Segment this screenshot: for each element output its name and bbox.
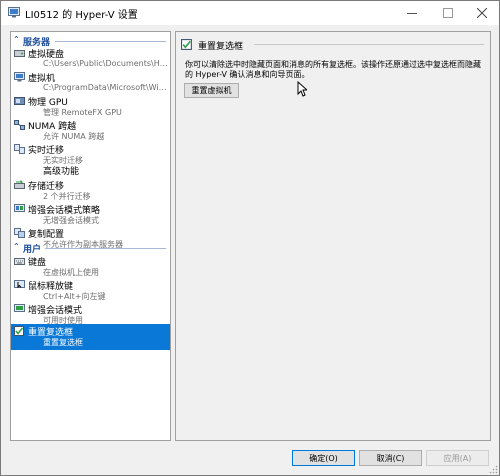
- nav-item-storage-migrations[interactable]: 存储迁移 2 个并行迁移: [11, 178, 170, 204]
- storage-migration-icon: [14, 180, 25, 189]
- nav-item-value: 2 个并行迁移: [43, 192, 91, 201]
- window-title: LI0512 的 Hyper-V 设置: [25, 10, 138, 21]
- nav-item-enhanced-session-policy[interactable]: 增强会话模式策略 无增强会话模式: [11, 202, 170, 228]
- settings-navigation-pane: ⌃ 服务器 虚拟硬盘 C:\Users\Public\Documents\Hyp…: [10, 31, 171, 441]
- cancel-button[interactable]: 取消(C): [359, 450, 422, 466]
- virtual-machine-icon: [14, 72, 25, 82]
- details-title: 重置复选框: [198, 42, 244, 52]
- nav-item-value: C:\Users\Public\Documents\Hyper-...: [43, 59, 168, 68]
- replication-icon: [14, 228, 25, 238]
- section-divider: [45, 248, 166, 249]
- nav-item-advanced-features[interactable]: 高级功能: [11, 163, 170, 177]
- settings-window: LI0512 的 Hyper-V 设置 ⌃ 服务器 虚拟硬盘 C:\Users\…: [0, 0, 500, 476]
- hyperv-settings-icon: [8, 7, 20, 18]
- nav-item-value: Ctrl+Alt+向左键: [43, 292, 106, 301]
- nav-item-label: 高级功能: [43, 167, 80, 177]
- nav-item-value: 无增强会话模式: [43, 216, 99, 225]
- collapse-arrow-icon: ⌃: [13, 35, 20, 44]
- mouse-cursor-icon: [297, 81, 307, 97]
- nav-item-virtual-machines[interactable]: 虚拟机 C:\ProgramData\Microsoft\Windo...: [11, 70, 170, 96]
- ok-button[interactable]: 确定(O): [292, 450, 355, 466]
- nav-item-value: 允许 NUMA 跨越: [43, 132, 105, 141]
- mouse-release-icon: [14, 280, 25, 289]
- details-divider: [254, 44, 484, 45]
- apply-button[interactable]: 应用(A): [426, 450, 489, 466]
- section-header-user[interactable]: ⌃ 用户: [11, 242, 170, 255]
- minimize-icon: [407, 13, 417, 14]
- section-divider: [55, 41, 166, 42]
- enhanced-session-policy-icon: [14, 204, 25, 212]
- enhanced-session-icon: [14, 304, 25, 312]
- live-migration-icon: [14, 144, 25, 154]
- reset-checkbox-icon: [181, 39, 192, 50]
- title-bar: LI0512 的 Hyper-V 设置: [1, 1, 499, 25]
- nav-item-value: 重置复选框: [43, 338, 83, 347]
- gpu-icon: [14, 97, 25, 105]
- nav-item-virtual-hard-disks[interactable]: 虚拟硬盘 C:\Users\Public\Documents\Hyper-...: [11, 46, 170, 72]
- close-icon: [477, 8, 487, 18]
- maximize-button[interactable]: [433, 1, 463, 25]
- collapse-arrow-icon: ⌃: [13, 242, 20, 251]
- nav-item-numa-spanning[interactable]: NUMA 跨越 允许 NUMA 跨越: [11, 118, 170, 144]
- nav-item-keyboard[interactable]: 键盘 在虚拟机上使用: [11, 254, 170, 280]
- nav-item-value: 管理 RemoteFX GPU: [43, 108, 122, 117]
- reset-checkbox-icon: [14, 326, 24, 336]
- nav-item-physical-gpu[interactable]: 物理 GPU 管理 RemoteFX GPU: [11, 94, 170, 120]
- hard-disk-icon: [14, 50, 25, 57]
- nav-item-reset-check-boxes[interactable]: 重置复选框 重置复选框: [11, 324, 170, 350]
- minimize-button[interactable]: [397, 1, 427, 25]
- resize-grip-icon[interactable]: [489, 465, 498, 474]
- reset-button[interactable]: 重置虚拟机: [184, 83, 239, 98]
- numa-icon: [14, 120, 25, 130]
- maximize-icon: [443, 8, 453, 18]
- nav-item-value: C:\ProgramData\Microsoft\Windo...: [43, 83, 168, 92]
- keyboard-icon: [14, 258, 25, 265]
- nav-item-mouse-release-key[interactable]: 鼠标释放键 Ctrl+Alt+向左键: [11, 278, 170, 304]
- details-pane: 重置复选框 你可以清除选中时隐藏页面和消息的所有复选框。该操作还原通过选中复选框…: [175, 31, 491, 441]
- close-button[interactable]: [467, 1, 497, 25]
- details-description: 你可以清除选中时隐藏页面和消息的所有复选框。该操作还原通过选中复选框而隐藏的 H…: [185, 60, 481, 79]
- nav-item-value: 在虚拟机上使用: [43, 268, 99, 277]
